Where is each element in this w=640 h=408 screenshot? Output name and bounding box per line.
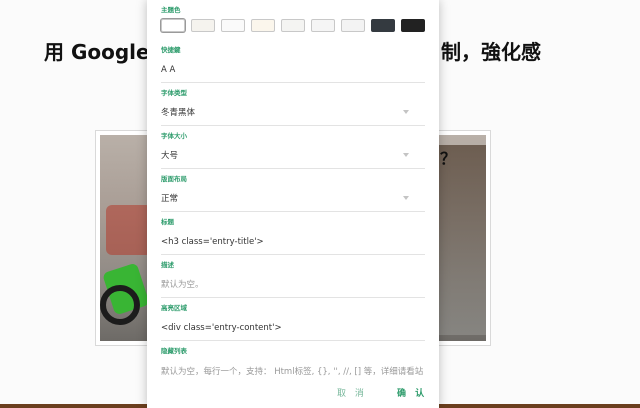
highlight-input[interactable]: <div class='entry-content'> xyxy=(161,317,425,341)
screen: 用 Google 制，強化感 ？ 主題色 快捷鍵 A A 字体类型 冬青黑体 字… xyxy=(0,0,640,408)
chevron-down-icon xyxy=(403,110,409,114)
confirm-button[interactable]: 确 认 xyxy=(397,386,427,399)
shortcut-label: 快捷鍵 xyxy=(161,46,181,54)
shortcut-field[interactable]: A A xyxy=(161,59,425,83)
heading-input[interactable]: <h3 class='entry-title'> xyxy=(161,231,425,255)
theme-swatch-2[interactable] xyxy=(191,19,215,32)
panel-footer: 取 消 确 认 xyxy=(147,378,439,408)
photo-toy-wheel xyxy=(100,285,140,325)
theme-swatch-3[interactable] xyxy=(221,19,245,32)
article-question-mark: ？ xyxy=(440,149,457,168)
theme-swatch-row xyxy=(161,19,425,33)
hidden-list-label: 隐藏列表 xyxy=(161,347,187,355)
theme-swatch-8[interactable] xyxy=(371,19,395,32)
chevron-down-icon xyxy=(403,196,409,200)
reader-settings-panel: 主題色 快捷鍵 A A 字体类型 冬青黑体 字体大小 大号 版面布局 正常 标题… xyxy=(147,0,439,408)
description-input[interactable]: 默认为空。 xyxy=(161,274,425,298)
hidden-list-textarea[interactable]: 默认为空，每行一个，支持： Html标签, {}, '', //, [] 等，详… xyxy=(161,360,425,378)
font-type-select[interactable]: 冬青黑体 xyxy=(161,102,425,126)
settings-scroll-area[interactable]: 主題色 快捷鍵 A A 字体类型 冬青黑体 字体大小 大号 版面布局 正常 标题… xyxy=(147,0,439,378)
highlight-label: 高亮区域 xyxy=(161,304,187,312)
theme-swatch-1[interactable] xyxy=(161,19,185,32)
theme-label: 主題色 xyxy=(161,6,181,14)
theme-swatch-7[interactable] xyxy=(341,19,365,32)
font-type-value: 冬青黑体 xyxy=(161,108,196,118)
layout-value: 正常 xyxy=(161,194,179,204)
theme-swatch-4[interactable] xyxy=(251,19,275,32)
photo-blur-red xyxy=(106,205,152,255)
heading-label: 标题 xyxy=(161,218,174,226)
theme-swatch-9[interactable] xyxy=(401,19,425,32)
cancel-button[interactable]: 取 消 xyxy=(337,386,367,399)
chevron-down-icon xyxy=(403,153,409,157)
font-size-label: 字体大小 xyxy=(161,132,187,140)
theme-swatch-6[interactable] xyxy=(311,19,335,32)
article-title-left: 用 Google xyxy=(44,40,150,64)
description-label: 描述 xyxy=(161,261,174,269)
layout-label: 版面布局 xyxy=(161,175,187,183)
theme-swatch-5[interactable] xyxy=(281,19,305,32)
font-type-label: 字体类型 xyxy=(161,89,187,97)
article-title-right: 制，強化感 xyxy=(441,40,541,64)
font-size-value: 大号 xyxy=(161,151,179,161)
font-size-select[interactable]: 大号 xyxy=(161,145,425,169)
layout-select[interactable]: 正常 xyxy=(161,188,425,212)
